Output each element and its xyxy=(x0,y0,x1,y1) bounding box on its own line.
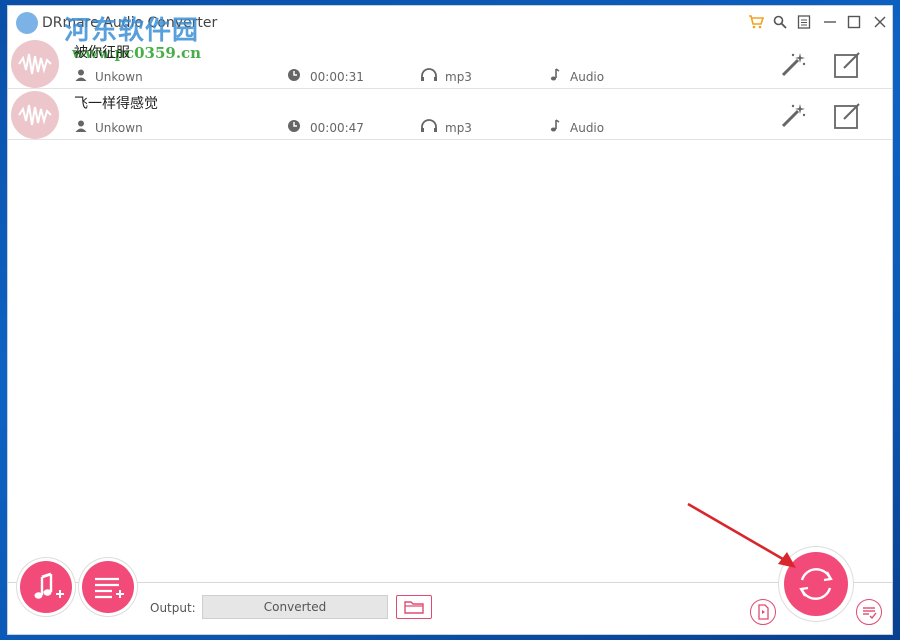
audio-settings-button[interactable] xyxy=(750,599,776,625)
title-bar: DRmare Audio Converter 河东软件园 www.pc0359.… xyxy=(8,6,892,62)
footer-bar: Output: Converted xyxy=(8,561,892,634)
headphones-icon xyxy=(421,68,437,81)
clock-icon xyxy=(288,69,300,81)
artist-icon xyxy=(75,120,87,132)
audio-thumbnail-icon xyxy=(11,40,59,88)
artist-icon xyxy=(75,69,87,81)
file-title: 被你征服 xyxy=(74,45,130,61)
file-format: mp3 xyxy=(445,70,472,84)
clock-icon xyxy=(288,120,300,132)
audio-thumbnail-icon xyxy=(11,91,59,139)
output-label: Output: xyxy=(150,601,196,615)
search-icon[interactable] xyxy=(770,12,790,32)
file-type: Audio xyxy=(570,121,605,135)
edit-icon[interactable] xyxy=(832,50,862,80)
menu-icon[interactable] xyxy=(794,12,814,32)
annotation-arrow xyxy=(687,502,796,568)
output-path-field[interactable]: Converted xyxy=(202,595,388,619)
app-window: DRmare Audio Converter 河东软件园 www.pc0359.… xyxy=(8,6,892,634)
file-duration: 00:00:47 xyxy=(310,121,364,135)
music-note-icon xyxy=(550,68,560,81)
add-playlist-icon xyxy=(95,577,124,599)
file-duration: 00:00:31 xyxy=(310,70,364,84)
headphones-icon xyxy=(421,119,437,132)
effect-wand-icon[interactable] xyxy=(778,101,808,131)
file-row[interactable]: 飞一样得感觉 Unkown 00:00:47 mp3 Audio xyxy=(8,89,892,140)
add-music-icon xyxy=(34,572,64,599)
app-logo-icon xyxy=(16,12,38,34)
file-artist: Unkown xyxy=(95,121,143,135)
effect-wand-icon[interactable] xyxy=(778,50,808,80)
audio-file-icon xyxy=(758,604,769,620)
file-row[interactable]: 被你征服 Unkown 00:00:31 mp3 Audio xyxy=(8,38,892,89)
add-playlist-button[interactable] xyxy=(82,561,134,613)
file-format: mp3 xyxy=(445,121,472,135)
close-icon[interactable] xyxy=(870,12,890,32)
converted-history-button[interactable] xyxy=(856,599,882,625)
file-title: 飞一样得感觉 xyxy=(74,96,158,112)
maximize-icon[interactable] xyxy=(844,12,864,32)
open-folder-button[interactable] xyxy=(396,595,432,619)
edit-icon[interactable] xyxy=(832,101,862,131)
folder-icon xyxy=(404,601,424,614)
history-list-icon xyxy=(863,607,877,620)
file-artist: Unkown xyxy=(95,70,143,84)
minimize-icon[interactable] xyxy=(820,12,840,32)
cart-icon[interactable] xyxy=(746,12,766,32)
add-music-button[interactable] xyxy=(20,561,72,613)
file-type: Audio xyxy=(570,70,605,84)
music-note-icon xyxy=(550,119,560,132)
